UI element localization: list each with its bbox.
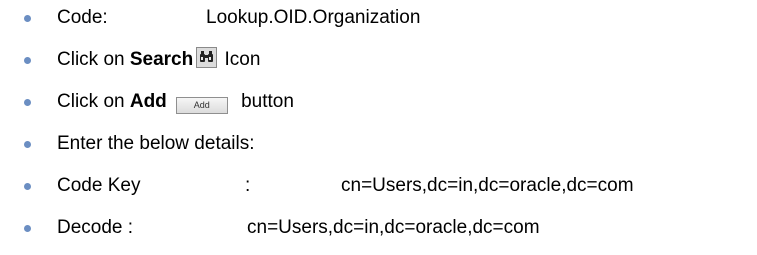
code-key-separator: : (245, 175, 251, 196)
code-key-value: cn=Users,dc=in,dc=oracle,dc=com (341, 175, 634, 196)
search-keyword: Search (129, 49, 194, 70)
add-prefix: Click on (57, 91, 130, 112)
add-instruction: Click on Add Add button (57, 88, 294, 116)
list-item-decode: Decode : cn=Users,dc=in,dc=oracle,dc=com (0, 214, 757, 242)
list-item-add: Click on Add Add button (0, 88, 757, 116)
add-suffix: button (235, 91, 294, 112)
decode-label: Decode : (57, 217, 134, 238)
search-prefix: Click on (57, 49, 130, 70)
bullet-icon (24, 15, 31, 22)
bullet-icon (24, 141, 31, 148)
instruction-list: Code: Lookup.OID.Organization Click on S… (0, 0, 757, 255)
code-label: Code: (57, 7, 108, 28)
list-item-code-key: Code Key : cn=Users,dc=in,dc=oracle,dc=c… (0, 172, 757, 200)
code-value: Lookup.OID.Organization (206, 7, 421, 28)
bullet-icon (24, 225, 31, 232)
binoculars-icon[interactable] (196, 47, 218, 68)
list-item-code: Code: Lookup.OID.Organization (0, 4, 757, 32)
bullet-icon (24, 99, 31, 106)
search-suffix: Icon (219, 49, 261, 70)
enter-details-text: Enter the below details: (57, 133, 255, 154)
search-instruction: Click on Search Icon (57, 46, 260, 74)
add-button[interactable]: Add (175, 97, 228, 114)
list-item-search: Click on Search Icon (0, 46, 757, 74)
decode-value: cn=Users,dc=in,dc=oracle,dc=com (247, 217, 540, 238)
list-item-enter-details: Enter the below details: (0, 130, 757, 158)
bullet-icon (24, 57, 31, 64)
code-key-label: Code Key (57, 175, 141, 196)
add-keyword: Add (129, 91, 167, 112)
bullet-icon (24, 183, 31, 190)
